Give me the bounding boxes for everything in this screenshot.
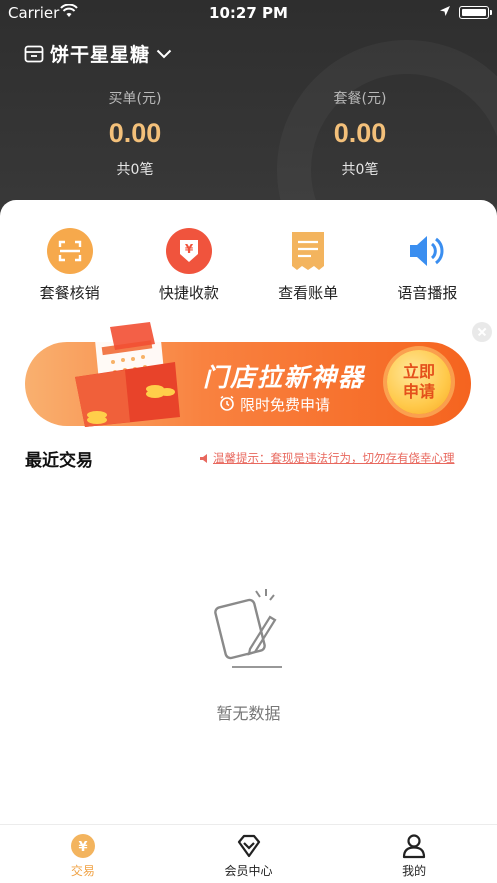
quick-actions: 套餐核销 ¥ 快捷收款 查看账单 语音播报 — [0, 228, 497, 303]
action-label: 语音播报 — [397, 284, 458, 302]
bill-icon — [292, 232, 325, 270]
tab-label: 我的 — [402, 864, 427, 878]
stat-amount: 0.00 — [108, 118, 162, 148]
cta-line: 立即 — [402, 362, 435, 381]
stat-count: 共0笔 — [341, 162, 379, 178]
gift-box-illustration — [75, 322, 180, 427]
chevron-down-icon — [156, 49, 172, 58]
scan-icon — [46, 228, 93, 274]
main-card: 套餐核销 ¥ 快捷收款 查看账单 语音播报 门店拉新神器 限时免费申请 立即 申… — [0, 200, 497, 830]
yen-coin-icon: ¥ — [70, 834, 95, 858]
action-quick-collect[interactable]: ¥ 快捷收款 — [134, 228, 244, 303]
tab-member-center[interactable]: 会员中心 — [166, 825, 332, 883]
diamond-icon — [237, 834, 260, 858]
yen-download-icon: ¥ — [165, 228, 212, 274]
warning-tip-link[interactable]: 温馨提示：套现是违法行为，切勿存有侥幸心理 — [200, 450, 455, 466]
store-name: 饼干星星糖 — [50, 44, 151, 66]
promo-banner[interactable]: 门店拉新神器 限时免费申请 立即 申请 — [25, 322, 471, 428]
recent-transactions-title: 最近交易 — [25, 451, 93, 471]
stat-label: 买单(元) — [108, 91, 162, 107]
stat-label: 套餐(元) — [333, 91, 387, 107]
banner-close-button[interactable] — [472, 322, 492, 342]
cta-line: 申请 — [402, 382, 435, 401]
tab-mine[interactable]: 我的 — [331, 825, 497, 883]
action-view-bill[interactable]: 查看账单 — [253, 228, 363, 303]
status-bar: Carrier 10:27 PM — [0, 0, 497, 26]
action-label: 套餐核销 — [39, 284, 100, 302]
action-voice-broadcast[interactable]: 语音播报 — [372, 228, 482, 303]
action-label: 查看账单 — [278, 284, 339, 302]
svg-text:¥: ¥ — [78, 840, 87, 855]
tab-bar: ¥ 交易 会员中心 我的 — [0, 824, 497, 883]
alarm-clock-icon — [220, 395, 234, 411]
small-speaker-icon — [200, 454, 207, 463]
store-selector[interactable]: 饼干星星糖 — [24, 40, 172, 67]
tip-text: 温馨提示：套现是违法行为，切勿存有侥幸心理 — [213, 451, 455, 465]
clock-time: 10:27 PM — [209, 4, 288, 22]
banner-title: 门店拉新神器 — [203, 363, 366, 392]
empty-state-text: 暂无数据 — [216, 704, 281, 723]
tab-label: 交易 — [70, 864, 95, 878]
stat-count: 共0笔 — [116, 162, 154, 178]
svg-text:¥: ¥ — [185, 242, 194, 256]
tab-trade[interactable]: ¥ 交易 — [0, 825, 166, 883]
stat-amount: 0.00 — [333, 118, 387, 148]
empty-state-icon — [214, 589, 282, 668]
speaker-icon — [410, 236, 444, 266]
stat-order: 买单(元) 0.00 共0笔 — [55, 88, 215, 179]
tab-label: 会员中心 — [224, 864, 273, 878]
stat-package: 套餐(元) 0.00 共0笔 — [280, 88, 440, 179]
user-icon — [403, 834, 426, 859]
apply-now-button[interactable]: 立即 申请 — [387, 350, 451, 414]
location-arrow-icon — [440, 6, 450, 16]
battery-icon — [459, 6, 492, 19]
store-icon — [24, 45, 44, 62]
banner-subtitle: 限时免费申请 — [240, 396, 331, 414]
action-label: 快捷收款 — [158, 284, 219, 302]
action-package-verify[interactable]: 套餐核销 — [15, 228, 125, 303]
